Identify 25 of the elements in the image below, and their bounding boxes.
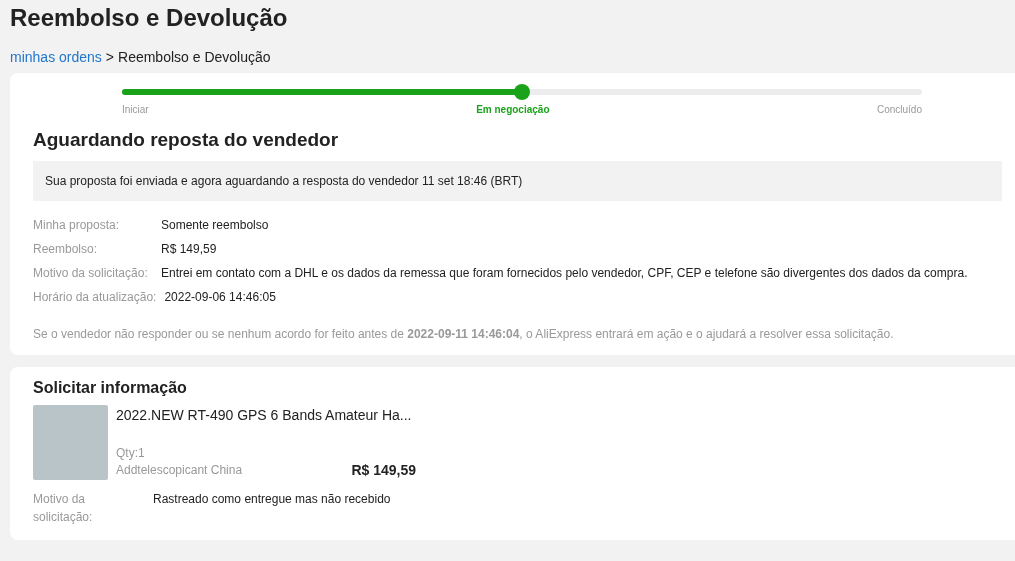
product-price: R$ 149,59: [351, 462, 416, 479]
product-name[interactable]: 2022.NEW RT-490 GPS 6 Bands Amateur Ha...: [116, 405, 416, 445]
progress-step-label: Em negociação: [476, 104, 550, 115]
detail-value: Rastreado como entregue mas não recebido: [153, 491, 391, 508]
breadcrumb-current: Reembolso e Devolução: [118, 49, 271, 67]
detail-label: Minha proposta:: [33, 217, 121, 234]
product-variant: Addtelescopicant China: [116, 462, 243, 479]
section-title: Solicitar informação: [33, 379, 188, 397]
status-title: Aguardando reposta do vendedor: [33, 129, 340, 151]
breadcrumb-link[interactable]: minhas ordens: [10, 49, 102, 73]
detail-value: Somente reembolso: [161, 217, 269, 234]
detail-value: R$ 149,59: [161, 241, 217, 258]
progress-step-label: Concluído: [876, 104, 922, 115]
page-title: Reembolso e Devolução: [9, 3, 289, 33]
detail-value: 2022-09-06 14:46:05: [164, 289, 276, 306]
status-notice: Sua proposta foi enviada e agora aguardando a resposta do vendedor 11 set 18:46 (BRT): [33, 161, 1002, 201]
detail-label: Motivo da solicitação:: [33, 265, 149, 282]
progress-step-label: Iniciar: [122, 104, 149, 115]
detail-label: Horário da atualização:: [33, 289, 158, 306]
detail-label: Motivo da solicitação:: [33, 491, 94, 526]
breadcrumb-separator: >: [105, 49, 114, 67]
detail-label: Reembolso:: [33, 241, 99, 258]
deadline-note: Se o vendedor não responder ou se nenhum acordo for feito antes de 2022-09-11 14:46:04, o AliExpress entrará em ação e o ajudará a resolver essa solicitação.: [33, 327, 895, 341]
product-quantity: Qty:1: [116, 445, 146, 462]
detail-value: Entrei em contato com a DHL e os dados da remessa que foram fornecidos pelo vendedor, CPF, CEP e telefone são divergentes dos dados da compra.: [161, 265, 968, 282]
